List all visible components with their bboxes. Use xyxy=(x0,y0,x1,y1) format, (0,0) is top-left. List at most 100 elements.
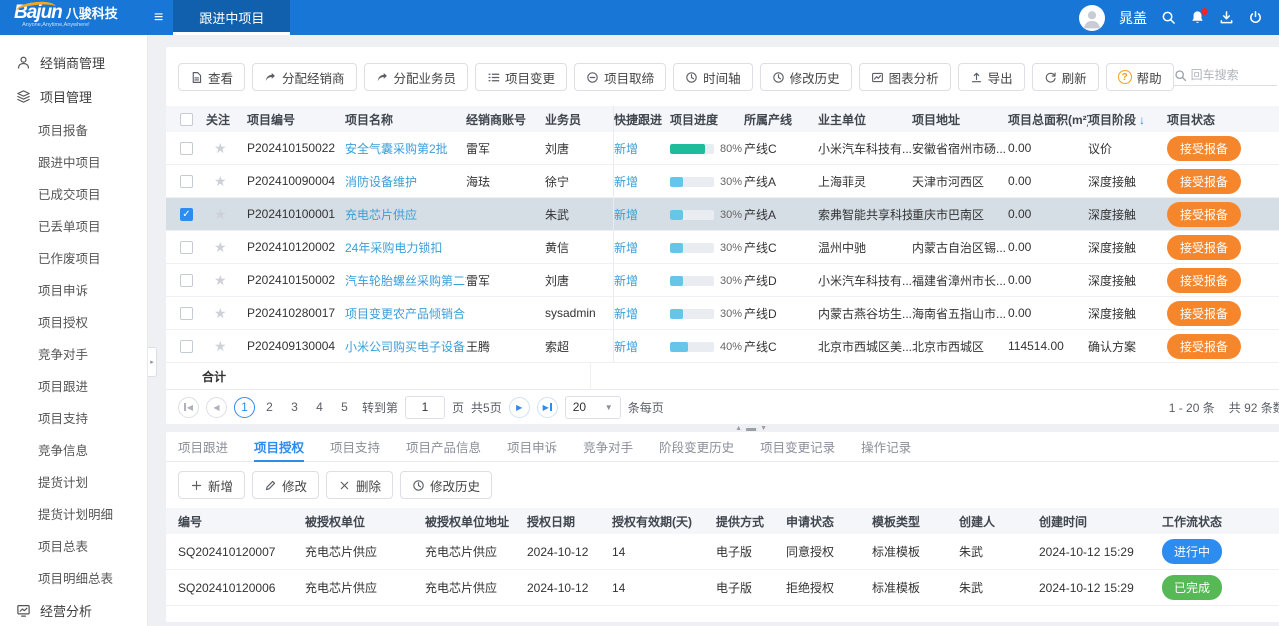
accept-report-button[interactable]: 接受报备 xyxy=(1167,202,1241,227)
帮助-button[interactable]: ?帮助 xyxy=(1106,63,1174,91)
project-name-link[interactable]: 消防设备维护 xyxy=(345,175,417,189)
row-checkbox[interactable] xyxy=(180,241,193,254)
sidebar-collapse-handle[interactable]: ▸ xyxy=(148,347,157,377)
quick-follow-link[interactable]: 新增 xyxy=(614,206,638,223)
star-icon[interactable]: ★ xyxy=(214,305,227,321)
row-checkbox[interactable] xyxy=(180,274,193,287)
row-checkbox[interactable] xyxy=(180,307,193,320)
tab-项目申诉[interactable]: 项目申诉 xyxy=(507,432,557,462)
sidebar-item-项目申诉[interactable]: 项目申诉 xyxy=(0,273,147,305)
图表分析-button[interactable]: 图表分析 xyxy=(859,63,951,91)
accept-report-button[interactable]: 接受报备 xyxy=(1167,136,1241,161)
project-name-link[interactable]: 安全气囊采购第2批 xyxy=(345,142,448,156)
项目取缔-button[interactable]: 项目取缔 xyxy=(574,63,666,91)
page-last-button[interactable]: ▶ xyxy=(537,397,558,418)
accept-report-button[interactable]: 接受报备 xyxy=(1167,268,1241,293)
tab-竞争对手[interactable]: 竞争对手 xyxy=(583,432,633,462)
page-number-5[interactable]: 5 xyxy=(334,397,355,418)
row-checkbox[interactable] xyxy=(180,340,193,353)
table-row[interactable]: ★P202410090004消防设备维护海珐徐宁新增30%产线A上海菲灵天津市河… xyxy=(166,165,1279,198)
sidebar-item-经销商管理[interactable]: 经销商管理 xyxy=(0,45,147,79)
page-next-button[interactable]: ▶ xyxy=(509,397,530,418)
删除-button[interactable]: 删除 xyxy=(326,471,393,499)
row-checkbox[interactable] xyxy=(180,142,193,155)
sidebar-item-项目总表[interactable]: 项目总表 xyxy=(0,529,147,561)
table-row[interactable]: ★P202410150002汽车轮胎螺丝采购第二批雷军刘唐新增30%产线D小米汽… xyxy=(166,264,1279,297)
star-icon[interactable]: ★ xyxy=(214,272,227,288)
tab-项目支持[interactable]: 项目支持 xyxy=(330,432,380,462)
accept-report-button[interactable]: 接受报备 xyxy=(1167,301,1241,326)
新增-button[interactable]: 新增 xyxy=(178,471,245,499)
page-number-1[interactable]: 1 xyxy=(234,397,255,418)
tab-阶段变更历史[interactable]: 阶段变更历史 xyxy=(659,432,734,462)
quick-follow-link[interactable]: 新增 xyxy=(614,140,638,157)
star-icon[interactable]: ★ xyxy=(214,206,227,222)
download-icon[interactable] xyxy=(1219,10,1234,25)
table-row[interactable]: SQ202410120006充电芯片供应充电芯片供应2024-10-1214电子… xyxy=(166,570,1279,606)
page-first-button[interactable]: ◀ xyxy=(178,397,199,418)
star-icon[interactable]: ★ xyxy=(214,338,227,354)
时间轴-button[interactable]: 时间轴 xyxy=(673,63,753,91)
sidebar-item-竞争信息[interactable]: 竞争信息 xyxy=(0,433,147,465)
project-name-link[interactable]: 汽车轮胎螺丝采购第二批 xyxy=(345,274,466,288)
sort-desc-icon[interactable]: ↓ xyxy=(1139,113,1145,127)
project-name-link[interactable]: 项目变更农产品倾销合... xyxy=(345,307,466,321)
page-size-select[interactable]: 20▼ xyxy=(565,396,621,419)
project-name-link[interactable]: 小米公司购买电子设备... xyxy=(345,340,466,354)
search-input[interactable] xyxy=(1191,68,1277,82)
table-row[interactable]: ★P20241012000224年采购电力锁扣黄信新增30%产线C温州中驰内蒙古… xyxy=(166,231,1279,264)
修改历史-button[interactable]: 修改历史 xyxy=(400,471,492,499)
sidebar-item-项目支持[interactable]: 项目支持 xyxy=(0,401,147,433)
select-all-cell[interactable] xyxy=(166,113,206,126)
quick-follow-link[interactable]: 新增 xyxy=(614,173,638,190)
quick-follow-link[interactable]: 新增 xyxy=(614,338,638,355)
accept-report-button[interactable]: 接受报备 xyxy=(1167,235,1241,260)
table-row[interactable]: ✓★P202410100001充电芯片供应朱武新增30%产线A索弗智能共享科技重… xyxy=(166,198,1279,231)
bell-icon[interactable] xyxy=(1190,10,1205,25)
sidebar-item-已成交项目[interactable]: 已成交项目 xyxy=(0,177,147,209)
page-prev-button[interactable]: ◀ xyxy=(206,397,227,418)
username[interactable]: 晁盖 xyxy=(1119,8,1147,28)
刷新-button[interactable]: 刷新 xyxy=(1032,63,1099,91)
sidebar-item-项目报备[interactable]: 项目报备 xyxy=(0,113,147,145)
sidebar-item-项目跟进[interactable]: 项目跟进 xyxy=(0,369,147,401)
tab-项目跟进[interactable]: 项目跟进 xyxy=(178,432,228,462)
row-checkbox[interactable]: ✓ xyxy=(180,208,193,221)
分配业务员-button[interactable]: 分配业务员 xyxy=(364,63,469,91)
tab-项目变更记录[interactable]: 项目变更记录 xyxy=(760,432,835,462)
修改-button[interactable]: 修改 xyxy=(252,471,319,499)
menu-toggle-icon[interactable]: ≡ xyxy=(154,9,163,27)
sidebar-item-竞争对手[interactable]: 竞争对手 xyxy=(0,337,147,369)
sidebar-item-项目授权[interactable]: 项目授权 xyxy=(0,305,147,337)
quick-follow-link[interactable]: 新增 xyxy=(614,239,638,256)
查看-button[interactable]: 查看 xyxy=(178,63,245,91)
power-icon[interactable] xyxy=(1248,10,1263,25)
table-row[interactable]: ★P202409130004小米公司购买电子设备...王腾索超新增40%产线C北… xyxy=(166,330,1279,363)
sidebar-item-已作废项目[interactable]: 已作废项目 xyxy=(0,241,147,273)
row-checkbox[interactable] xyxy=(180,175,193,188)
search-icon[interactable] xyxy=(1161,10,1176,25)
page-number-2[interactable]: 2 xyxy=(259,397,280,418)
topbar-tab-active[interactable]: 跟进中项目 xyxy=(173,0,290,35)
star-icon[interactable]: ★ xyxy=(214,140,227,156)
table-row[interactable]: SQ202410120007充电芯片供应充电芯片供应2024-10-1214电子… xyxy=(166,534,1279,570)
project-name-link[interactable]: 充电芯片供应 xyxy=(345,208,417,222)
项目变更-button[interactable]: 项目变更 xyxy=(475,63,567,91)
project-name-link[interactable]: 24年采购电力锁扣 xyxy=(345,241,442,255)
sidebar-item-项目管理[interactable]: 项目管理 xyxy=(0,79,147,113)
select-all-checkbox[interactable] xyxy=(180,113,193,126)
sidebar-item-跟进中项目[interactable]: 跟进中项目 xyxy=(0,145,147,177)
quick-follow-link[interactable]: 新增 xyxy=(614,305,638,322)
sidebar-item-提货计划明细[interactable]: 提货计划明细 xyxy=(0,497,147,529)
page-number-4[interactable]: 4 xyxy=(309,397,330,418)
star-icon[interactable]: ★ xyxy=(214,239,227,255)
accept-report-button[interactable]: 接受报备 xyxy=(1167,334,1241,359)
star-icon[interactable]: ★ xyxy=(214,173,227,189)
tab-项目产品信息[interactable]: 项目产品信息 xyxy=(406,432,481,462)
table-row[interactable]: ★P202410150022安全气囊采购第2批雷军刘唐新增80%产线C小米汽车科… xyxy=(166,132,1279,165)
sidebar-item-经营分析[interactable]: 经营分析 xyxy=(0,593,147,626)
sidebar-item-项目明细总表[interactable]: 项目明细总表 xyxy=(0,561,147,593)
accept-report-button[interactable]: 接受报备 xyxy=(1167,169,1241,194)
page-number-3[interactable]: 3 xyxy=(284,397,305,418)
table-row[interactable]: ★P202410280017项目变更农产品倾销合...sysadmin新增30%… xyxy=(166,297,1279,330)
